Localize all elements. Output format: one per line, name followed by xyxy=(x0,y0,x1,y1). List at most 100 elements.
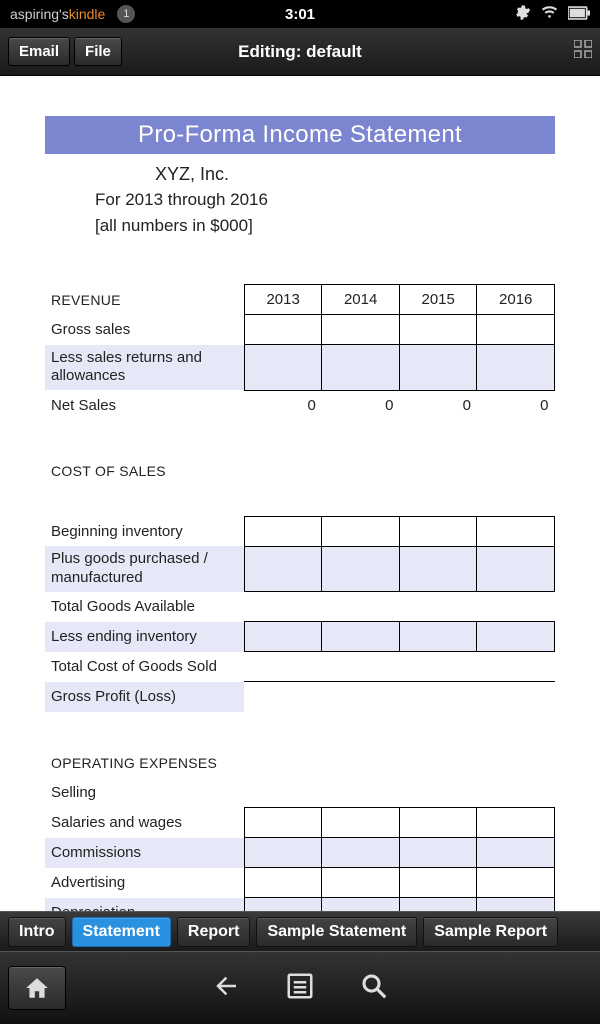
cell-input[interactable] xyxy=(244,808,322,838)
tab-statement[interactable]: Statement xyxy=(72,917,171,947)
battery-icon xyxy=(568,6,590,23)
cell-input[interactable] xyxy=(399,315,477,345)
cos-table: COST OF SALES Beginning inventory Plus g… xyxy=(45,456,555,712)
cell-input[interactable] xyxy=(244,868,322,898)
row-total-goods-available: Total Goods Available xyxy=(45,592,244,622)
cell-input[interactable] xyxy=(399,546,477,592)
net-sales-2016: 0 xyxy=(477,390,555,420)
year-2016: 2016 xyxy=(477,285,555,315)
row-selling: Selling xyxy=(45,778,244,808)
row-commissions: Commissions xyxy=(45,838,244,868)
row-advertising: Advertising xyxy=(45,868,244,898)
gear-icon[interactable] xyxy=(514,4,531,24)
cell-input[interactable] xyxy=(477,808,555,838)
cos-head: COST OF SALES xyxy=(45,456,555,486)
arrow-left-icon xyxy=(211,971,241,1001)
app-toolbar: Email File Editing: default xyxy=(0,28,600,76)
cell-input[interactable] xyxy=(477,546,555,592)
cell-input[interactable] xyxy=(477,315,555,345)
clock: 3:01 xyxy=(285,6,315,23)
cell-input[interactable] xyxy=(322,345,400,391)
cell-input[interactable] xyxy=(477,622,555,652)
opex-head: OPERATING EXPENSES xyxy=(45,748,555,778)
tab-sample-report[interactable]: Sample Report xyxy=(423,917,558,947)
cell-input[interactable] xyxy=(399,808,477,838)
revenue-head: REVENUE xyxy=(45,285,244,315)
cell-input[interactable] xyxy=(244,546,322,592)
cell-input[interactable] xyxy=(477,868,555,898)
status-bar: aspiring's kindle 1 3:01 xyxy=(0,0,600,28)
cell-input[interactable] xyxy=(244,622,322,652)
year-2014: 2014 xyxy=(322,285,400,315)
cell-input[interactable] xyxy=(399,838,477,868)
file-button[interactable]: File xyxy=(74,37,122,66)
cell-input[interactable] xyxy=(244,315,322,345)
tab-sample-statement[interactable]: Sample Statement xyxy=(256,917,417,947)
company-name: XYZ, Inc. xyxy=(95,160,555,187)
net-sales-2013: 0 xyxy=(244,390,322,420)
period-line: For 2013 through 2016 xyxy=(95,187,555,213)
device-brand: kindle xyxy=(69,6,106,22)
bottom-nav xyxy=(0,951,600,1024)
status-right xyxy=(514,4,590,24)
cell-input[interactable] xyxy=(244,838,322,868)
year-2013: 2013 xyxy=(244,285,322,315)
cell-input[interactable] xyxy=(322,838,400,868)
row-gross-sales: Gross sales xyxy=(45,315,244,345)
cell-input[interactable] xyxy=(477,516,555,546)
row-gross-profit: Gross Profit (Loss) xyxy=(45,682,244,712)
revenue-table: REVENUE 2013 2014 2015 2016 Gross sales … xyxy=(45,284,555,420)
cell-input[interactable] xyxy=(322,315,400,345)
cell-input[interactable] xyxy=(322,868,400,898)
search-icon xyxy=(359,971,389,1001)
tab-report[interactable]: Report xyxy=(177,917,251,947)
cell-input[interactable] xyxy=(322,808,400,838)
home-button[interactable] xyxy=(8,966,66,1010)
back-button[interactable] xyxy=(211,971,241,1006)
search-button[interactable] xyxy=(359,971,389,1006)
cell-input[interactable] xyxy=(399,868,477,898)
device-owner: aspiring's xyxy=(10,6,69,22)
cell-input[interactable] xyxy=(244,898,322,912)
cell-input[interactable] xyxy=(322,546,400,592)
home-icon xyxy=(24,975,50,1001)
cell-input[interactable] xyxy=(399,516,477,546)
net-sales-2015: 0 xyxy=(399,390,477,420)
menu-button[interactable] xyxy=(285,971,315,1006)
document-content[interactable]: Pro-Forma Income Statement XYZ, Inc. For… xyxy=(0,76,600,911)
year-2015: 2015 xyxy=(399,285,477,315)
row-net-sales: Net Sales xyxy=(45,390,244,420)
net-sales-2014: 0 xyxy=(322,390,400,420)
qr-icon[interactable] xyxy=(574,40,592,63)
editing-title: Editing: default xyxy=(238,42,362,62)
cell-input[interactable] xyxy=(322,622,400,652)
doc-subheader: XYZ, Inc. For 2013 through 2016 [all num… xyxy=(45,160,555,239)
cell-input[interactable] xyxy=(399,898,477,912)
cell-input[interactable] xyxy=(244,345,322,391)
cell-input[interactable] xyxy=(399,345,477,391)
row-less-returns: Less sales returns and allowances xyxy=(45,345,244,391)
cell-input[interactable] xyxy=(477,345,555,391)
status-left: aspiring's kindle 1 xyxy=(10,5,135,23)
row-depreciation: Depreciation xyxy=(45,898,244,912)
row-plus-goods: Plus goods purchased / manufactured xyxy=(45,546,244,592)
device-name: aspiring's kindle xyxy=(10,6,105,22)
row-less-ending-inventory: Less ending inventory xyxy=(45,622,244,652)
cell-input[interactable] xyxy=(477,838,555,868)
cell-input[interactable] xyxy=(322,516,400,546)
spreadsheet-body: REVENUE 2013 2014 2015 2016 Gross sales … xyxy=(45,284,555,911)
doc-title-banner: Pro-Forma Income Statement xyxy=(45,116,555,154)
cell-input[interactable] xyxy=(399,622,477,652)
cell-input[interactable] xyxy=(477,898,555,912)
tab-intro[interactable]: Intro xyxy=(8,917,66,947)
cell-input[interactable] xyxy=(244,516,322,546)
email-button[interactable]: Email xyxy=(8,37,70,66)
row-beginning-inventory: Beginning inventory xyxy=(45,516,244,546)
opex-table: OPERATING EXPENSES Selling Salaries and … xyxy=(45,748,555,912)
cell-input[interactable] xyxy=(322,898,400,912)
menu-icon xyxy=(285,971,315,1001)
row-total-cogs: Total Cost of Goods Sold xyxy=(45,652,244,682)
units-line: [all numbers in $000] xyxy=(95,213,555,239)
notification-badge[interactable]: 1 xyxy=(117,5,135,23)
sheet-tabs-bar: Intro Statement Report Sample Statement … xyxy=(0,911,600,951)
